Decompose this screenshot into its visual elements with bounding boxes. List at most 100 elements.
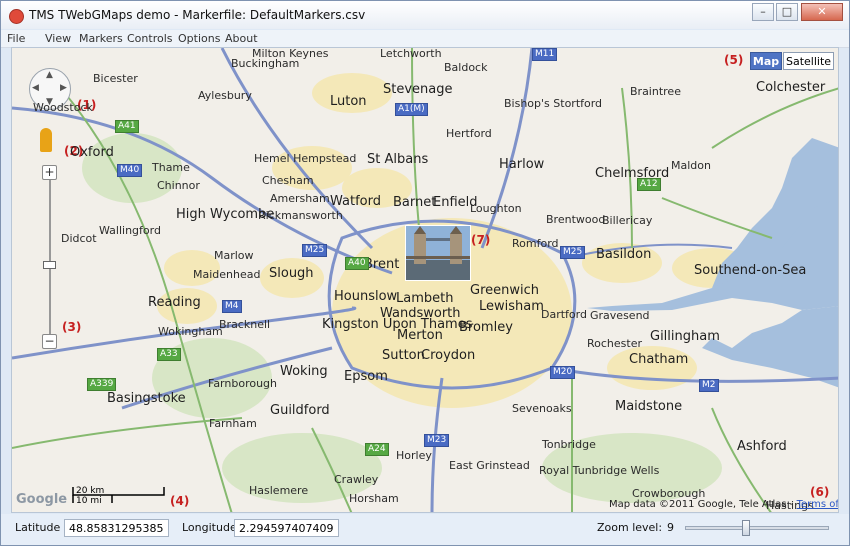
place-label: Hertford	[446, 127, 492, 140]
longitude-field[interactable]	[234, 519, 339, 537]
place-label: Woodstock	[33, 101, 93, 114]
place-label: Wokingham	[158, 325, 223, 338]
place-label: Slough	[269, 266, 314, 281]
zoom-in-icon[interactable]: +	[42, 165, 57, 180]
road-shield: A12	[637, 178, 661, 191]
place-label: Basildon	[596, 247, 652, 262]
zoom-slider-track-bottom[interactable]	[685, 526, 829, 530]
pegman-icon[interactable]	[40, 128, 52, 152]
place-label: Bishop's Stortford	[504, 97, 603, 110]
scale-mi-label: 10 mi	[76, 496, 102, 506]
place-label: Basingstoke	[107, 391, 186, 406]
place-label: Sevenoaks	[512, 402, 572, 415]
place-label: Haslemere	[249, 484, 309, 497]
place-label: Aylesbury	[198, 89, 252, 102]
place-label: Maldon	[671, 159, 711, 172]
place-label: Merton	[397, 328, 443, 343]
place-label: Rickmansworth	[258, 209, 343, 222]
place-label: Reading	[148, 295, 201, 310]
place-label: Colchester	[756, 80, 826, 95]
close-icon[interactable]: ✕	[801, 3, 843, 21]
place-label: Ashford	[737, 439, 787, 454]
road-shield: M23	[424, 434, 450, 447]
place-label: Southend-on-Sea	[694, 263, 807, 278]
zoom-level-value: 9	[667, 521, 674, 534]
place-label: Hounslow	[334, 289, 398, 304]
place-label: Tonbridge	[542, 438, 596, 451]
zoom-slider-track[interactable]	[49, 176, 51, 336]
map-view[interactable]: Map Satellite ▲ ▼ ◀ ▶ + − (1) (2) (3) (4…	[11, 47, 839, 513]
road-shield: A24	[365, 443, 389, 456]
attribution-text: Map data ©2011 Google, Tele Atlas -	[609, 499, 797, 510]
road-shield: M40	[117, 164, 143, 177]
callout-4: (4)	[170, 494, 190, 508]
road-shield: M20	[550, 366, 576, 379]
place-label: Farnham	[209, 417, 257, 430]
zoom-level-label: Zoom level:	[597, 521, 663, 534]
place-label: Croydon	[421, 348, 476, 363]
menu-controls[interactable]: Controls	[127, 32, 173, 45]
place-label: Sutton	[382, 348, 425, 363]
app-icon	[9, 9, 24, 24]
place-label: Barnet	[393, 195, 437, 210]
place-label: Bromley	[459, 320, 513, 335]
place-label: Chatham	[629, 352, 689, 367]
place-label: Horsham	[349, 492, 399, 505]
place-label: Stevenage	[383, 82, 453, 97]
zoom-slider-thumb[interactable]	[43, 261, 56, 269]
menu-bar: File View Markers Controls Options About	[1, 30, 849, 48]
menu-file[interactable]: File	[7, 32, 25, 45]
photo-marker-icon[interactable]	[405, 225, 471, 281]
map-type-satellite-button[interactable]: Satellite	[783, 52, 834, 70]
place-label: Maidenhead	[193, 268, 261, 281]
menu-markers[interactable]: Markers	[79, 32, 123, 45]
menu-about[interactable]: About	[225, 32, 258, 45]
place-label: Billericay	[602, 214, 653, 227]
map-type-map-button[interactable]: Map	[750, 52, 782, 70]
place-label: Dartford	[541, 308, 587, 321]
road-shield: A1(M)	[395, 103, 428, 116]
place-label: Epsom	[344, 369, 388, 384]
minimize-icon[interactable]: –	[752, 3, 774, 21]
place-label: Brentwood	[546, 213, 606, 226]
title-bar: TMS TWebGMaps demo - Markerfile: Default…	[1, 1, 849, 29]
place-label: St Albans	[367, 152, 429, 167]
window-title: TMS TWebGMaps demo - Markerfile: Default…	[29, 8, 366, 22]
scale-km-label: 20 km	[76, 486, 105, 496]
callout-6: (6)	[810, 485, 830, 499]
road-shield: A41	[115, 120, 139, 133]
status-bar: Latitude : Longitude: Zoom level: 9	[1, 514, 849, 545]
place-label: Loughton	[470, 202, 522, 215]
place-label: Bracknell	[219, 318, 271, 331]
road-shield: M2	[699, 379, 719, 392]
place-label: Wandsworth	[380, 306, 461, 321]
app-window: TMS TWebGMaps demo - Markerfile: Default…	[0, 0, 850, 546]
zoom-slider-thumb-bottom[interactable]	[742, 520, 750, 536]
place-label: Thame	[152, 161, 190, 174]
terms-of-use-link[interactable]: Terms of Use	[797, 499, 838, 510]
place-label: Luton	[330, 94, 367, 109]
zoom-slider[interactable]	[685, 520, 829, 536]
place-label: Gillingham	[650, 329, 720, 344]
menu-view[interactable]: View	[45, 32, 71, 45]
callout-3: (3)	[62, 320, 82, 334]
zoom-out-icon[interactable]: −	[42, 334, 57, 349]
place-label: Royal Tunbridge Wells	[539, 464, 660, 477]
latitude-field[interactable]	[64, 519, 169, 537]
place-label: Crawley	[334, 473, 379, 486]
place-label: Harlow	[499, 157, 545, 172]
callout-5: (5)	[724, 53, 744, 67]
place-label: Guildford	[270, 403, 330, 418]
road-shield: M11	[532, 48, 558, 61]
menu-options[interactable]: Options	[178, 32, 220, 45]
place-label: Woking	[280, 364, 328, 379]
place-label: Wallingford	[99, 224, 161, 237]
place-label: Didcot	[61, 232, 97, 245]
road-shield: A33	[157, 348, 181, 361]
place-label: Greenwich	[470, 283, 539, 298]
map-attribution: Map data ©2011 Google, Tele Atlas - Term…	[609, 499, 838, 510]
longitude-label: Longitude:	[182, 521, 241, 534]
place-label: East Grinstead	[449, 459, 530, 472]
maximize-icon[interactable]: □	[776, 3, 798, 21]
road-shield: A339	[87, 378, 117, 391]
